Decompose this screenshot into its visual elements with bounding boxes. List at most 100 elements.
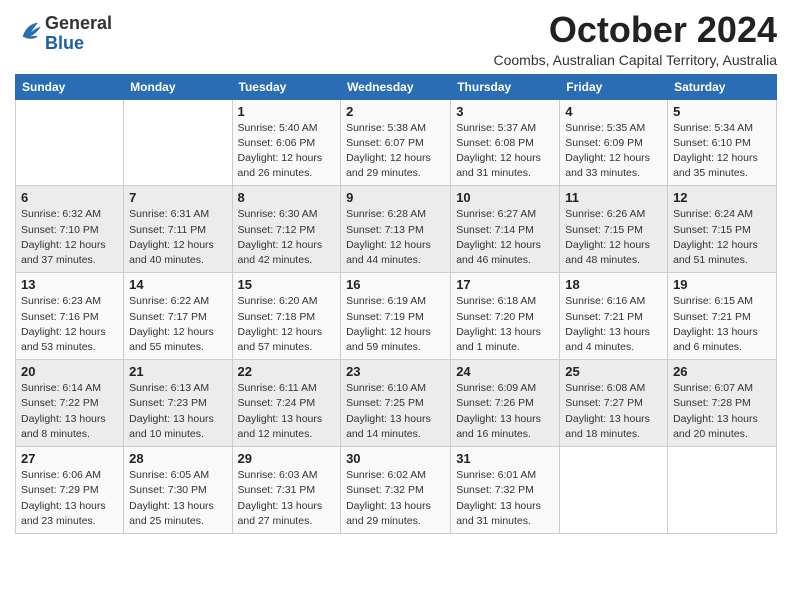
calendar-week-row: 20Sunrise: 6:14 AMSunset: 7:22 PMDayligh… [16,360,777,447]
day-info: Sunrise: 6:09 AMSunset: 7:26 PMDaylight:… [456,381,554,442]
day-number: 29 [238,451,336,466]
day-number: 31 [456,451,554,466]
day-number: 10 [456,190,554,205]
day-number: 22 [238,364,336,379]
calendar-cell: 14 Sunrise: 6:22 AMSunset: 7:17 PMDayligh… [124,273,232,360]
calendar-cell [124,99,232,186]
day-number: 1 [238,104,336,119]
day-number: 26 [673,364,771,379]
calendar-cell: 1Sunrise: 5:40 AMSunset: 6:06 PMDaylight… [232,99,341,186]
calendar-header-friday: Friday [560,74,668,99]
day-info: Sunrise: 5:34 AMSunset: 6:10 PMDaylight:… [673,121,771,182]
calendar-header-sunday: Sunday [16,74,124,99]
calendar-week-row: 27 Sunrise: 6:06 AMSunset: 7:29 PMDayligh… [16,447,777,534]
day-info: Sunrise: 5:35 AMSunset: 6:09 PMDaylight:… [565,121,662,182]
day-number: 11 [565,190,662,205]
calendar-week-row: 6Sunrise: 6:32 AMSunset: 7:10 PMDaylight… [16,186,777,273]
title-block: October 2024 Coombs, Australian Capital … [494,10,778,68]
day-number: 8 [238,190,336,205]
header: General Blue October 2024 Coombs, Austra… [15,10,777,68]
calendar-header-saturday: Saturday [668,74,777,99]
day-info: Sunrise: 6:06 AMSunset: 7:29 PMDaylight:… [21,468,118,529]
page: General Blue October 2024 Coombs, Austra… [0,0,792,612]
day-info: Sunrise: 6:19 AMSunset: 7:19 PMDaylight:… [346,294,445,355]
day-number: 9 [346,190,445,205]
day-info: Sunrise: 6:10 AMSunset: 7:25 PMDaylight:… [346,381,445,442]
day-info: Sunrise: 6:08 AMSunset: 7:27 PMDaylight:… [565,381,662,442]
calendar-cell: 16 Sunrise: 6:19 AMSunset: 7:19 PMDayligh… [341,273,451,360]
calendar-cell [668,447,777,534]
calendar-cell: 27 Sunrise: 6:06 AMSunset: 7:29 PMDayligh… [16,447,124,534]
day-info: Sunrise: 6:16 AMSunset: 7:21 PMDaylight:… [565,294,662,355]
calendar-cell: 22 Sunrise: 6:11 AMSunset: 7:24 PMDayligh… [232,360,341,447]
calendar-header-wednesday: Wednesday [341,74,451,99]
day-info: Sunrise: 6:24 AMSunset: 7:15 PMDaylight:… [673,207,771,268]
day-info: Sunrise: 6:22 AMSunset: 7:17 PMDaylight:… [129,294,226,355]
day-info: Sunrise: 6:28 AMSunset: 7:13 PMDaylight:… [346,207,445,268]
day-info: Sunrise: 6:20 AMSunset: 7:18 PMDaylight:… [238,294,336,355]
calendar-cell: 20Sunrise: 6:14 AMSunset: 7:22 PMDayligh… [16,360,124,447]
calendar-cell: 13 Sunrise: 6:23 AMSunset: 7:16 PMDayligh… [16,273,124,360]
day-info: Sunrise: 6:31 AMSunset: 7:11 PMDaylight:… [129,207,226,268]
calendar-cell: 18 Sunrise: 6:16 AMSunset: 7:21 PMDayligh… [560,273,668,360]
calendar-cell: 5 Sunrise: 5:34 AMSunset: 6:10 PMDaylight… [668,99,777,186]
day-number: 2 [346,104,445,119]
calendar-table: SundayMondayTuesdayWednesdayThursdayFrid… [15,74,777,534]
day-number: 23 [346,364,445,379]
calendar-cell: 6Sunrise: 6:32 AMSunset: 7:10 PMDaylight… [16,186,124,273]
day-number: 14 [129,277,226,292]
bird-icon [17,17,45,45]
calendar-week-row: 13 Sunrise: 6:23 AMSunset: 7:16 PMDayligh… [16,273,777,360]
day-number: 28 [129,451,226,466]
calendar-cell: 11 Sunrise: 6:26 AMSunset: 7:15 PMDayligh… [560,186,668,273]
calendar-cell: 10Sunrise: 6:27 AMSunset: 7:14 PMDayligh… [451,186,560,273]
day-number: 7 [129,190,226,205]
day-info: Sunrise: 6:02 AMSunset: 7:32 PMDaylight:… [346,468,445,529]
calendar-cell: 24 Sunrise: 6:09 AMSunset: 7:26 PMDayligh… [451,360,560,447]
day-info: Sunrise: 6:15 AMSunset: 7:21 PMDaylight:… [673,294,771,355]
day-info: Sunrise: 6:14 AMSunset: 7:22 PMDaylight:… [21,381,118,442]
day-number: 25 [565,364,662,379]
day-info: Sunrise: 6:11 AMSunset: 7:24 PMDaylight:… [238,381,336,442]
month-title: October 2024 [494,10,778,50]
calendar-cell: 25 Sunrise: 6:08 AMSunset: 7:27 PMDayligh… [560,360,668,447]
calendar-cell: 30 Sunrise: 6:02 AMSunset: 7:32 PMDayligh… [341,447,451,534]
day-number: 15 [238,277,336,292]
day-number: 16 [346,277,445,292]
day-info: Sunrise: 6:32 AMSunset: 7:10 PMDaylight:… [21,207,118,268]
calendar-cell: 29 Sunrise: 6:03 AMSunset: 7:31 PMDayligh… [232,447,341,534]
day-info: Sunrise: 5:37 AMSunset: 6:08 PMDaylight:… [456,121,554,182]
logo: General Blue [15,14,112,54]
day-number: 30 [346,451,445,466]
day-info: Sunrise: 6:07 AMSunset: 7:28 PMDaylight:… [673,381,771,442]
day-number: 12 [673,190,771,205]
logo-blue-text: Blue [45,33,84,53]
day-number: 17 [456,277,554,292]
calendar-cell: 26 Sunrise: 6:07 AMSunset: 7:28 PMDayligh… [668,360,777,447]
calendar-cell: 28Sunrise: 6:05 AMSunset: 7:30 PMDayligh… [124,447,232,534]
calendar-cell [560,447,668,534]
calendar-cell: 2 Sunrise: 5:38 AMSunset: 6:07 PMDaylight… [341,99,451,186]
day-number: 4 [565,104,662,119]
calendar-cell: 15 Sunrise: 6:20 AMSunset: 7:18 PMDayligh… [232,273,341,360]
day-info: Sunrise: 6:01 AMSunset: 7:32 PMDaylight:… [456,468,554,529]
day-number: 18 [565,277,662,292]
day-info: Sunrise: 6:03 AMSunset: 7:31 PMDaylight:… [238,468,336,529]
day-number: 13 [21,277,118,292]
calendar-cell: 4 Sunrise: 5:35 AMSunset: 6:09 PMDaylight… [560,99,668,186]
calendar-cell: 23 Sunrise: 6:10 AMSunset: 7:25 PMDayligh… [341,360,451,447]
calendar-cell: 31 Sunrise: 6:01 AMSunset: 7:32 PMDayligh… [451,447,560,534]
day-number: 27 [21,451,118,466]
day-number: 5 [673,104,771,119]
calendar-cell [16,99,124,186]
calendar-cell: 21Sunrise: 6:13 AMSunset: 7:23 PMDayligh… [124,360,232,447]
day-info: Sunrise: 6:30 AMSunset: 7:12 PMDaylight:… [238,207,336,268]
calendar-header-tuesday: Tuesday [232,74,341,99]
day-info: Sunrise: 6:26 AMSunset: 7:15 PMDaylight:… [565,207,662,268]
calendar-cell: 17Sunrise: 6:18 AMSunset: 7:20 PMDayligh… [451,273,560,360]
day-number: 24 [456,364,554,379]
logo-general-text: General [45,13,112,33]
calendar-cell: 7 Sunrise: 6:31 AMSunset: 7:11 PMDaylight… [124,186,232,273]
day-info: Sunrise: 6:23 AMSunset: 7:16 PMDaylight:… [21,294,118,355]
day-info: Sunrise: 5:38 AMSunset: 6:07 PMDaylight:… [346,121,445,182]
